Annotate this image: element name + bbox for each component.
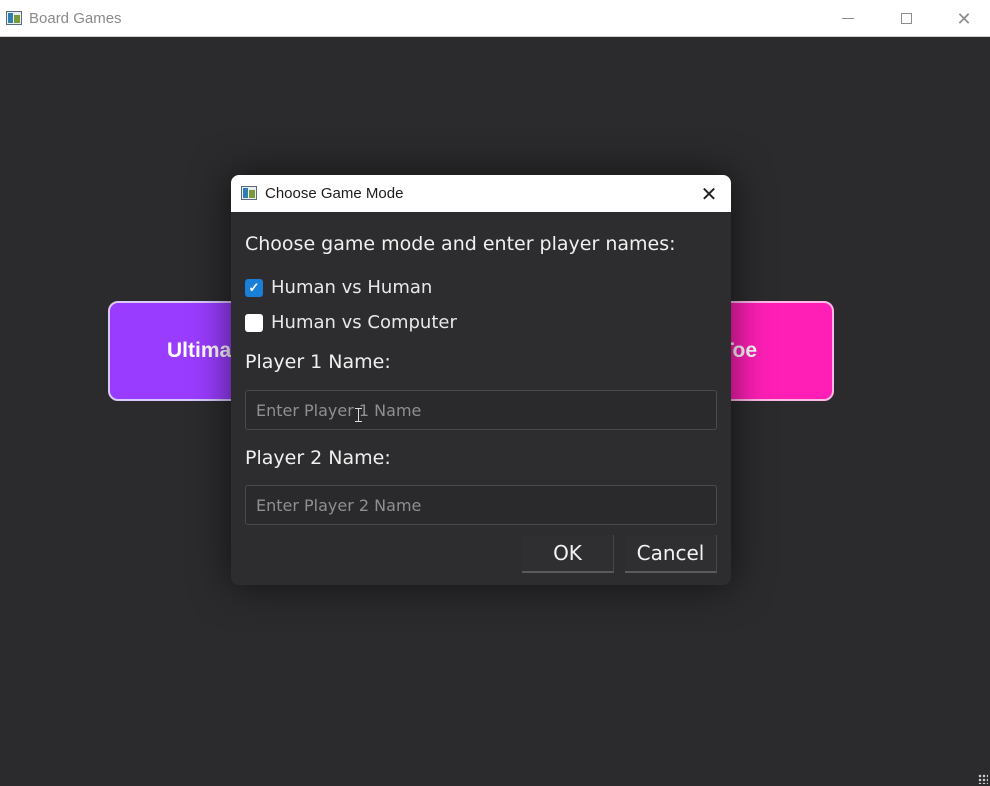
minimize-button[interactable] bbox=[819, 0, 877, 37]
resize-grip-icon[interactable] bbox=[978, 774, 988, 784]
option-human-vs-computer[interactable]: Human vs Computer bbox=[245, 312, 457, 333]
window-titlebar[interactable]: Board Games ✕ bbox=[0, 0, 990, 37]
dialog-prompt: Choose game mode and enter player names: bbox=[245, 233, 676, 255]
player1-name-input[interactable] bbox=[245, 390, 717, 430]
app-icon bbox=[241, 186, 257, 200]
option-human-vs-human[interactable]: ✓ Human vs Human bbox=[245, 277, 432, 298]
player2-name-input[interactable] bbox=[245, 485, 717, 525]
checkmark-icon: ✓ bbox=[248, 280, 260, 295]
game-button-label: Ultima bbox=[167, 339, 232, 362]
dialog-title: Choose Game Mode bbox=[265, 185, 404, 202]
ok-button[interactable]: OK bbox=[522, 535, 614, 573]
choose-game-mode-dialog: Choose Game Mode ✕ Choose game mode and … bbox=[231, 175, 731, 585]
window-title: Board Games bbox=[29, 10, 122, 27]
close-icon: ✕ bbox=[956, 8, 972, 29]
dialog-close-button[interactable]: ✕ bbox=[693, 178, 725, 210]
close-icon: ✕ bbox=[700, 183, 718, 206]
option-label: Human vs Computer bbox=[271, 312, 457, 333]
player1-label: Player 1 Name: bbox=[245, 351, 391, 373]
cancel-button[interactable]: Cancel bbox=[625, 535, 717, 573]
app-icon bbox=[6, 11, 22, 25]
maximize-icon bbox=[900, 13, 912, 24]
player2-label: Player 2 Name: bbox=[245, 447, 391, 469]
human-vs-human-checkbox[interactable]: ✓ bbox=[245, 278, 263, 297]
close-button[interactable]: ✕ bbox=[935, 0, 990, 37]
dialog-titlebar[interactable]: Choose Game Mode ✕ bbox=[231, 175, 731, 212]
human-vs-computer-checkbox[interactable] bbox=[245, 313, 263, 332]
minimize-icon bbox=[842, 18, 854, 19]
maximize-button[interactable] bbox=[877, 0, 935, 37]
option-label: Human vs Human bbox=[271, 277, 433, 298]
